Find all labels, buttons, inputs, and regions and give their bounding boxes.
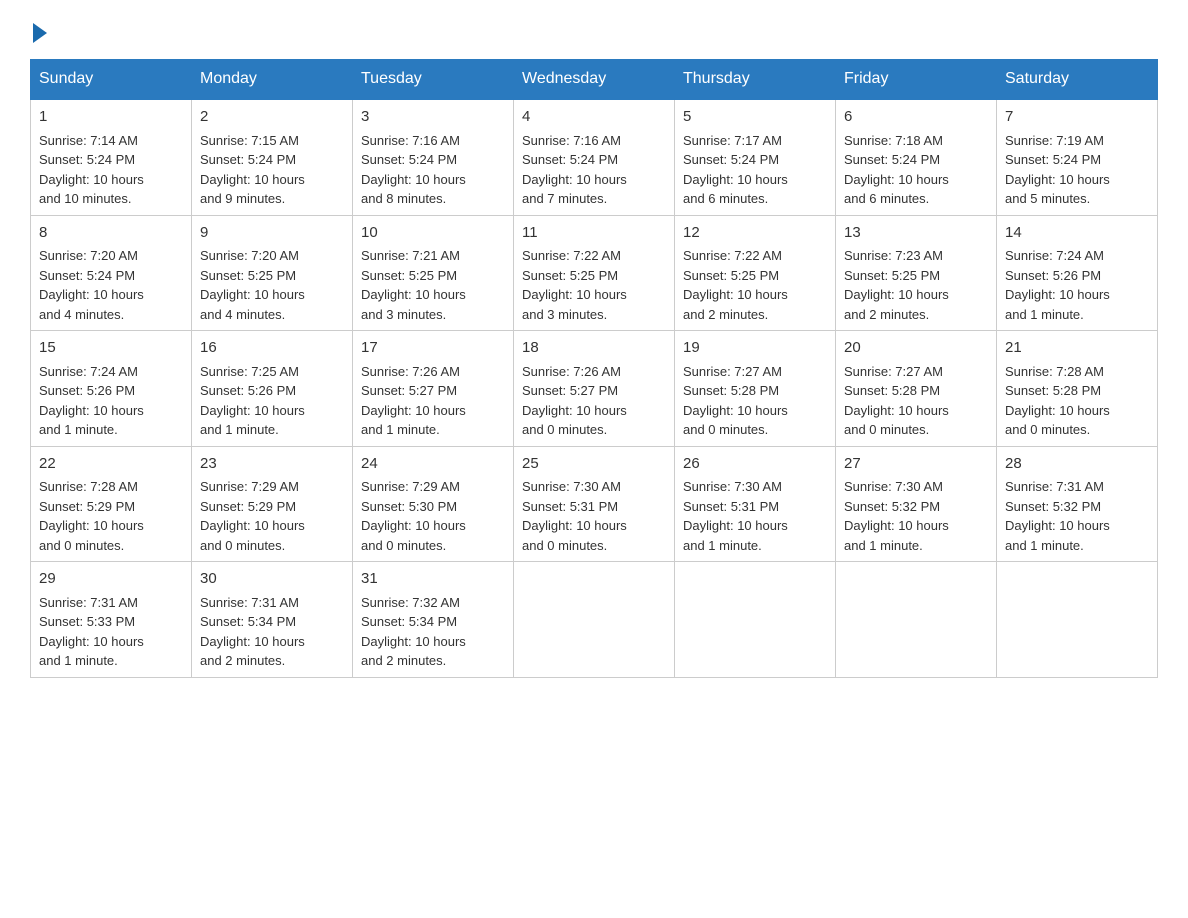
- calendar-cell: [514, 562, 675, 678]
- day-number: 6: [844, 106, 988, 129]
- calendar-week-4: 22Sunrise: 7:28 AMSunset: 5:29 PMDayligh…: [31, 446, 1158, 562]
- day-number: 22: [39, 453, 183, 476]
- calendar-week-5: 29Sunrise: 7:31 AMSunset: 5:33 PMDayligh…: [31, 562, 1158, 678]
- day-number: 9: [200, 222, 344, 245]
- logo: [30, 20, 47, 39]
- day-number: 17: [361, 337, 505, 360]
- calendar-cell: 30Sunrise: 7:31 AMSunset: 5:34 PMDayligh…: [192, 562, 353, 678]
- calendar-cell: 19Sunrise: 7:27 AMSunset: 5:28 PMDayligh…: [675, 331, 836, 447]
- day-number: 21: [1005, 337, 1149, 360]
- day-number: 7: [1005, 106, 1149, 129]
- calendar-cell: 29Sunrise: 7:31 AMSunset: 5:33 PMDayligh…: [31, 562, 192, 678]
- day-number: 2: [200, 106, 344, 129]
- calendar-week-2: 8Sunrise: 7:20 AMSunset: 5:24 PMDaylight…: [31, 215, 1158, 331]
- calendar-cell: 2Sunrise: 7:15 AMSunset: 5:24 PMDaylight…: [192, 99, 353, 215]
- calendar-cell: 8Sunrise: 7:20 AMSunset: 5:24 PMDaylight…: [31, 215, 192, 331]
- day-number: 19: [683, 337, 827, 360]
- day-number: 11: [522, 222, 666, 245]
- calendar-cell: 6Sunrise: 7:18 AMSunset: 5:24 PMDaylight…: [836, 99, 997, 215]
- day-number: 29: [39, 568, 183, 591]
- calendar-cell: 28Sunrise: 7:31 AMSunset: 5:32 PMDayligh…: [997, 446, 1158, 562]
- calendar-cell: [675, 562, 836, 678]
- calendar-cell: 18Sunrise: 7:26 AMSunset: 5:27 PMDayligh…: [514, 331, 675, 447]
- day-number: 26: [683, 453, 827, 476]
- calendar-cell: 12Sunrise: 7:22 AMSunset: 5:25 PMDayligh…: [675, 215, 836, 331]
- calendar-cell: 9Sunrise: 7:20 AMSunset: 5:25 PMDaylight…: [192, 215, 353, 331]
- day-number: 18: [522, 337, 666, 360]
- col-header-friday: Friday: [836, 60, 997, 100]
- calendar-cell: 20Sunrise: 7:27 AMSunset: 5:28 PMDayligh…: [836, 331, 997, 447]
- col-header-tuesday: Tuesday: [353, 60, 514, 100]
- calendar-week-3: 15Sunrise: 7:24 AMSunset: 5:26 PMDayligh…: [31, 331, 1158, 447]
- day-number: 4: [522, 106, 666, 129]
- calendar-cell: 11Sunrise: 7:22 AMSunset: 5:25 PMDayligh…: [514, 215, 675, 331]
- day-number: 5: [683, 106, 827, 129]
- col-header-monday: Monday: [192, 60, 353, 100]
- day-number: 3: [361, 106, 505, 129]
- col-header-thursday: Thursday: [675, 60, 836, 100]
- calendar-cell: 21Sunrise: 7:28 AMSunset: 5:28 PMDayligh…: [997, 331, 1158, 447]
- day-number: 10: [361, 222, 505, 245]
- day-number: 15: [39, 337, 183, 360]
- day-number: 8: [39, 222, 183, 245]
- calendar-cell: 31Sunrise: 7:32 AMSunset: 5:34 PMDayligh…: [353, 562, 514, 678]
- col-header-saturday: Saturday: [997, 60, 1158, 100]
- calendar-cell: 13Sunrise: 7:23 AMSunset: 5:25 PMDayligh…: [836, 215, 997, 331]
- calendar-cell: 15Sunrise: 7:24 AMSunset: 5:26 PMDayligh…: [31, 331, 192, 447]
- calendar-cell: 1Sunrise: 7:14 AMSunset: 5:24 PMDaylight…: [31, 99, 192, 215]
- calendar-cell: 23Sunrise: 7:29 AMSunset: 5:29 PMDayligh…: [192, 446, 353, 562]
- calendar-table: SundayMondayTuesdayWednesdayThursdayFrid…: [30, 59, 1158, 678]
- calendar-cell: 25Sunrise: 7:30 AMSunset: 5:31 PMDayligh…: [514, 446, 675, 562]
- calendar-cell: 24Sunrise: 7:29 AMSunset: 5:30 PMDayligh…: [353, 446, 514, 562]
- day-number: 20: [844, 337, 988, 360]
- day-number: 23: [200, 453, 344, 476]
- calendar-cell: 22Sunrise: 7:28 AMSunset: 5:29 PMDayligh…: [31, 446, 192, 562]
- logo-arrow-icon: [33, 23, 47, 43]
- day-number: 14: [1005, 222, 1149, 245]
- calendar-cell: 27Sunrise: 7:30 AMSunset: 5:32 PMDayligh…: [836, 446, 997, 562]
- calendar-cell: 17Sunrise: 7:26 AMSunset: 5:27 PMDayligh…: [353, 331, 514, 447]
- calendar-cell: [836, 562, 997, 678]
- day-number: 12: [683, 222, 827, 245]
- calendar-cell: 16Sunrise: 7:25 AMSunset: 5:26 PMDayligh…: [192, 331, 353, 447]
- calendar-cell: 4Sunrise: 7:16 AMSunset: 5:24 PMDaylight…: [514, 99, 675, 215]
- day-number: 16: [200, 337, 344, 360]
- calendar-cell: 3Sunrise: 7:16 AMSunset: 5:24 PMDaylight…: [353, 99, 514, 215]
- day-number: 27: [844, 453, 988, 476]
- col-header-wednesday: Wednesday: [514, 60, 675, 100]
- day-number: 24: [361, 453, 505, 476]
- calendar-week-1: 1Sunrise: 7:14 AMSunset: 5:24 PMDaylight…: [31, 99, 1158, 215]
- day-number: 31: [361, 568, 505, 591]
- calendar-header-row: SundayMondayTuesdayWednesdayThursdayFrid…: [31, 60, 1158, 100]
- day-number: 30: [200, 568, 344, 591]
- col-header-sunday: Sunday: [31, 60, 192, 100]
- calendar-cell: 10Sunrise: 7:21 AMSunset: 5:25 PMDayligh…: [353, 215, 514, 331]
- day-number: 28: [1005, 453, 1149, 476]
- day-number: 25: [522, 453, 666, 476]
- calendar-cell: 7Sunrise: 7:19 AMSunset: 5:24 PMDaylight…: [997, 99, 1158, 215]
- calendar-cell: 5Sunrise: 7:17 AMSunset: 5:24 PMDaylight…: [675, 99, 836, 215]
- day-number: 1: [39, 106, 183, 129]
- calendar-cell: 26Sunrise: 7:30 AMSunset: 5:31 PMDayligh…: [675, 446, 836, 562]
- page-header: [30, 20, 1158, 39]
- calendar-cell: 14Sunrise: 7:24 AMSunset: 5:26 PMDayligh…: [997, 215, 1158, 331]
- day-number: 13: [844, 222, 988, 245]
- calendar-cell: [997, 562, 1158, 678]
